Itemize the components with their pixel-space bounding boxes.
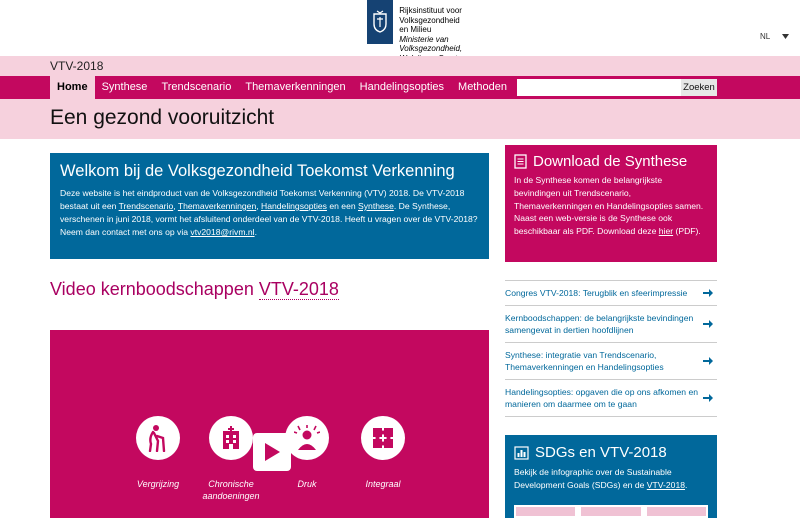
nav-item-methoden[interactable]: Methoden: [451, 76, 514, 99]
nav-item-synthese[interactable]: Synthese: [95, 76, 155, 99]
elderly-person-icon: [136, 416, 180, 460]
thumbnail-panel: [581, 507, 641, 516]
download-heading: Download de Synthese: [514, 153, 708, 170]
rijksoverheid-logo[interactable]: Rijksinstituut voor Volksgezondheid en M…: [367, 0, 509, 63]
nav-item-home[interactable]: Home: [50, 76, 95, 99]
handelingsopties-link[interactable]: Handelingsopties: [261, 201, 327, 211]
video-label-chronische-aandoeningen: Chronische aandoeningen: [202, 479, 260, 501]
page-title-band: Een gezond vooruitzicht: [0, 99, 800, 139]
chart-icon: [514, 445, 529, 460]
search-input[interactable]: [517, 79, 681, 96]
download-text-part: (PDF).: [673, 226, 701, 237]
logo-text: Rijksinstituut voor Volksgezondheid en M…: [393, 0, 509, 63]
sdg-text-part: .: [685, 479, 688, 490]
download-pdf-link[interactable]: hier: [659, 226, 673, 236]
link-label: Kernboodschappen: de belangrijkste bevin…: [505, 313, 694, 335]
link-congres[interactable]: Congres VTV-2018: Terugblik en sfeerimpr…: [505, 280, 717, 305]
related-links-list: Congres VTV-2018: Terugblik en sfeerimpr…: [505, 280, 717, 417]
infographic-thumbnail[interactable]: [514, 505, 708, 518]
language-selector[interactable]: NL: [760, 32, 790, 41]
vtv-abbreviation[interactable]: VTV-2018: [258, 279, 339, 300]
play-icon: [265, 443, 280, 461]
arrow-right-icon: [703, 289, 713, 297]
site-title[interactable]: VTV-2018: [50, 59, 103, 73]
video-label-vergrijzing: Vergrijzing: [136, 479, 180, 489]
welcome-text-part: en een: [326, 201, 359, 211]
synthese-link[interactable]: Synthese: [358, 201, 394, 211]
crest-icon: [373, 10, 387, 33]
sdg-vtv-link[interactable]: VTV-2018: [647, 480, 685, 490]
video-label-druk: Druk: [297, 479, 317, 489]
themaverkenningen-link[interactable]: Themaverkenningen: [178, 201, 256, 211]
link-handelingsopties[interactable]: Handelingsopties: opgaven die op ons afk…: [505, 379, 717, 417]
page-title: Een gezond vooruitzicht: [50, 106, 275, 129]
welcome-text: Deze website is het eindproduct van de V…: [60, 187, 479, 239]
search-form: Zoeken: [517, 79, 717, 96]
thumbnail-panel: [516, 507, 576, 516]
logo-line3: Ministerie van Volksgezondheid,: [399, 34, 463, 54]
sdg-heading-text: SDGs en VTV-2018: [535, 444, 667, 461]
hospital-icon: [209, 416, 253, 460]
main-navigation: Home Synthese Trendscenario Themaverkenn…: [0, 76, 800, 99]
site-title-band: VTV-2018: [0, 56, 800, 76]
language-label: NL: [760, 32, 771, 41]
welcome-heading: Welkom bij de Volksgezondheid Toekomst V…: [60, 162, 455, 180]
nav-item-trendscenario[interactable]: Trendscenario: [154, 76, 238, 99]
puzzle-icon: [361, 416, 405, 460]
sdg-heading: SDGs en VTV-2018: [514, 444, 708, 461]
sdg-box: SDGs en VTV-2018 Bekijk de infographic o…: [505, 435, 717, 518]
trendscenario-link[interactable]: Trendscenario: [119, 201, 174, 211]
welcome-text-part: .: [254, 227, 257, 237]
video-heading: Video kernboodschappen VTV-2018: [50, 279, 339, 300]
download-heading-text: Download de Synthese: [533, 153, 688, 170]
search-button[interactable]: Zoeken: [681, 79, 717, 96]
nav-items: Home Synthese Trendscenario Themaverkenn…: [50, 76, 514, 99]
nav-item-handelingsopties[interactable]: Handelingsopties: [353, 76, 451, 99]
link-label: Congres VTV-2018: Terugblik en sfeerimpr…: [505, 288, 688, 298]
document-icon: [514, 154, 527, 169]
link-kernboodschappen[interactable]: Kernboodschappen: de belangrijkste bevin…: [505, 305, 717, 342]
link-label: Handelingsopties: opgaven die op ons afk…: [505, 387, 699, 409]
link-synthese[interactable]: Synthese: integratie van Trendscenario, …: [505, 342, 717, 379]
sdg-text: Bekijk de infographic over de Sustainabl…: [514, 466, 708, 491]
logo-line2: en Milieu: [399, 25, 432, 34]
logo-line1: Rijksinstituut voor Volksgezondheid: [399, 6, 462, 25]
stressed-person-icon: [285, 416, 329, 460]
thumbnail-panel: [646, 507, 706, 516]
welcome-box: Welkom bij de Volksgezondheid Toekomst V…: [50, 153, 489, 259]
download-synthese-box: Download de Synthese In de Synthese kome…: [505, 145, 717, 262]
video-player[interactable]: Vergrijzing Chronische aandoeningen Druk: [50, 330, 489, 518]
logo-emblem: [367, 0, 394, 44]
email-link[interactable]: vtv2018@rivm.nl: [190, 227, 254, 237]
download-text: In de Synthese komen de belangrijkste be…: [514, 174, 708, 238]
arrow-right-icon: [703, 357, 713, 365]
link-label: Synthese: integratie van Trendscenario, …: [505, 350, 664, 372]
arrow-right-icon: [703, 394, 713, 402]
chevron-down-icon: [782, 34, 790, 39]
arrow-right-icon: [703, 320, 713, 328]
video-label-integraal: Integraal: [365, 479, 401, 489]
top-bar: Rijksinstituut voor Volksgezondheid en M…: [0, 0, 800, 63]
video-heading-text: Video kernboodschappen: [50, 279, 259, 299]
nav-item-themaverkenningen[interactable]: Themaverkenningen: [238, 76, 352, 99]
